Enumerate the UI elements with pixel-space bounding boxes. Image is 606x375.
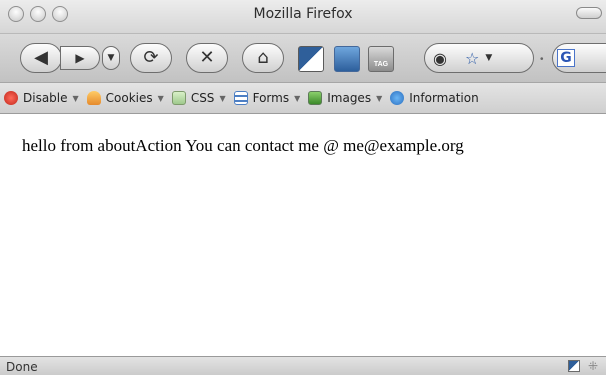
stop-button[interactable]: ✕: [186, 43, 228, 73]
forward-button[interactable]: ▶: [60, 46, 100, 70]
page-content: hello from aboutAction You can contact m…: [0, 114, 606, 356]
cookies-icon: [86, 91, 101, 105]
toolbar-item-cookies[interactable]: Cookies ▼: [86, 91, 164, 105]
stop-icon: ✕: [199, 47, 215, 68]
bookmark-page-icon[interactable]: [334, 46, 360, 72]
history-dropdown-button[interactable]: ▼: [102, 46, 120, 70]
toolbar-toggle-button[interactable]: [576, 7, 602, 19]
toolbar-item-label: CSS: [190, 91, 215, 105]
navigation-toolbar: ◀ ▶ ▼ ⟳ ✕ ⌂ TAG ◉ ☆ ▼ • G: [0, 34, 606, 82]
toolbar-item-forms[interactable]: Forms ▼: [233, 91, 301, 105]
bookmark-star-icon[interactable]: ☆: [465, 49, 479, 68]
google-search-icon: G: [557, 49, 575, 67]
chevron-down-icon: ▼: [72, 93, 79, 103]
home-icon: ⌂: [257, 47, 269, 68]
status-bar: Done ⁜: [0, 356, 606, 375]
status-extension-icon[interactable]: [568, 360, 580, 372]
title-bar: Mozilla Firefox: [0, 0, 606, 34]
information-icon: [390, 91, 405, 105]
forward-arrow-icon: ▶: [75, 51, 85, 65]
toolbar-item-label: Cookies: [105, 91, 153, 105]
forms-icon: [233, 91, 248, 105]
toolbar-item-label: Information: [409, 91, 479, 105]
checker-extension-icon[interactable]: [298, 46, 324, 72]
tag-extension-icon[interactable]: TAG: [368, 46, 394, 72]
toolbar-item-disable[interactable]: Disable ▼: [4, 91, 79, 105]
chevron-down-icon: ▼: [376, 93, 383, 103]
toolbar-item-css[interactable]: CSS ▼: [171, 91, 226, 105]
tag-icon-label: TAG: [373, 61, 389, 68]
toolbar-item-images[interactable]: Images ▼: [308, 91, 382, 105]
url-dropdown-icon[interactable]: ▼: [485, 53, 492, 63]
page-text: hello from aboutAction You can contact m…: [22, 136, 464, 155]
toolbar-item-label: Images: [327, 91, 372, 105]
back-arrow-icon: ◀: [34, 47, 48, 68]
toolbar-item-label: Disable: [23, 91, 68, 105]
back-button[interactable]: ◀: [20, 43, 62, 73]
chevron-down-icon: ▼: [157, 93, 164, 103]
status-text: Done: [6, 360, 38, 374]
url-bar[interactable]: ◉ ☆ ▼: [424, 43, 534, 73]
css-icon: [171, 91, 186, 105]
search-bar[interactable]: G: [552, 43, 606, 73]
site-identity-icon: ◉: [433, 48, 447, 68]
reload-button[interactable]: ⟳: [130, 43, 172, 73]
chevron-down-icon: ▼: [219, 93, 226, 103]
chevron-down-icon: ▼: [107, 53, 115, 63]
window-title: Mozilla Firefox: [253, 6, 353, 22]
separator-dot-icon: •: [540, 54, 544, 65]
reload-icon: ⟳: [143, 47, 159, 68]
chevron-down-icon: ▼: [294, 93, 301, 103]
toolbar-item-label: Forms: [252, 91, 290, 105]
web-developer-toolbar: Disable ▼ Cookies ▼ CSS ▼ Forms ▼ Images…: [0, 82, 606, 114]
toolbar-item-information[interactable]: Information: [390, 91, 479, 105]
resize-grip-icon[interactable]: ⁜: [588, 359, 598, 373]
disable-icon: [4, 91, 18, 105]
home-button[interactable]: ⌂: [242, 43, 284, 73]
images-icon: [308, 91, 323, 105]
